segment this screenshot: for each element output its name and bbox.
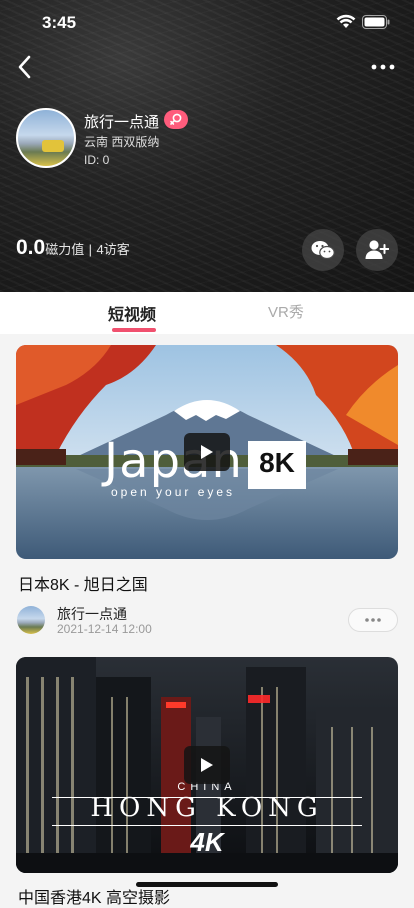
female-symbol-icon [170,113,182,125]
thumbnail-badge-text: 4K [190,827,224,857]
video-thumbnail[interactable]: China HONG KONG 4K [16,657,398,873]
visitor-count[interactable]: 4访客 [97,242,130,257]
add-user-icon [365,240,389,259]
profile-header: 3:45 旅行一点通 云南 西双版纳 ID: 0 0.0磁力值 | 4访客 [0,0,414,292]
author-avatar[interactable] [17,606,45,634]
play-icon [201,445,213,459]
status-time: 3:45 [42,13,77,32]
wechat-share-button[interactable] [302,229,344,271]
author-name[interactable]: 旅行一点通 [57,604,127,624]
thumbnail-badge-text: 8K [259,447,295,478]
gender-badge [164,110,188,129]
profile-name: 旅行一点通 [84,114,160,131]
battery-icon [362,15,390,29]
post-date: 2021-12-14 12:00 [57,622,152,636]
avatar[interactable] [16,108,76,168]
profile-stats: 0.0磁力值 | 4访客 [16,236,130,260]
thumbnail-title-text: HONG KONG [90,793,324,823]
thumbnail-subtitle-text: open your eyes [111,485,236,499]
play-button[interactable] [184,433,230,471]
tab-short-video[interactable]: 短视频 [108,301,156,325]
add-friend-button[interactable] [356,229,398,271]
tab-vr-show[interactable]: VR秀 [268,301,304,322]
avatar-image-detail [42,140,64,152]
wechat-icon [311,241,335,260]
chevron-left-icon[interactable] [14,54,38,80]
magnet-value: 0.0 [16,236,46,259]
wifi-icon [336,14,356,28]
profile-location: 云南 西双版纳 [84,135,160,149]
video-title[interactable]: 中国香港4K 高空摄影 [18,884,170,908]
active-tab-indicator [112,328,156,332]
more-horizontal-icon [365,618,381,622]
stats-separator: | [88,242,93,257]
video-thumbnail[interactable]: Japan 8K open your eyes [16,345,398,559]
more-horizontal-icon[interactable] [370,60,396,74]
video-options-button[interactable] [348,608,398,632]
play-icon [201,758,213,772]
status-bar: 3:45 [0,0,414,46]
home-indicator [136,882,278,887]
magnet-label: 磁力值 [45,242,85,257]
content-tabs: 短视频 VR秀 [0,292,414,334]
play-button[interactable] [184,746,230,784]
profile-id: ID: 0 [84,153,110,167]
video-title[interactable]: 日本8K - 旭日之国 [18,571,148,595]
